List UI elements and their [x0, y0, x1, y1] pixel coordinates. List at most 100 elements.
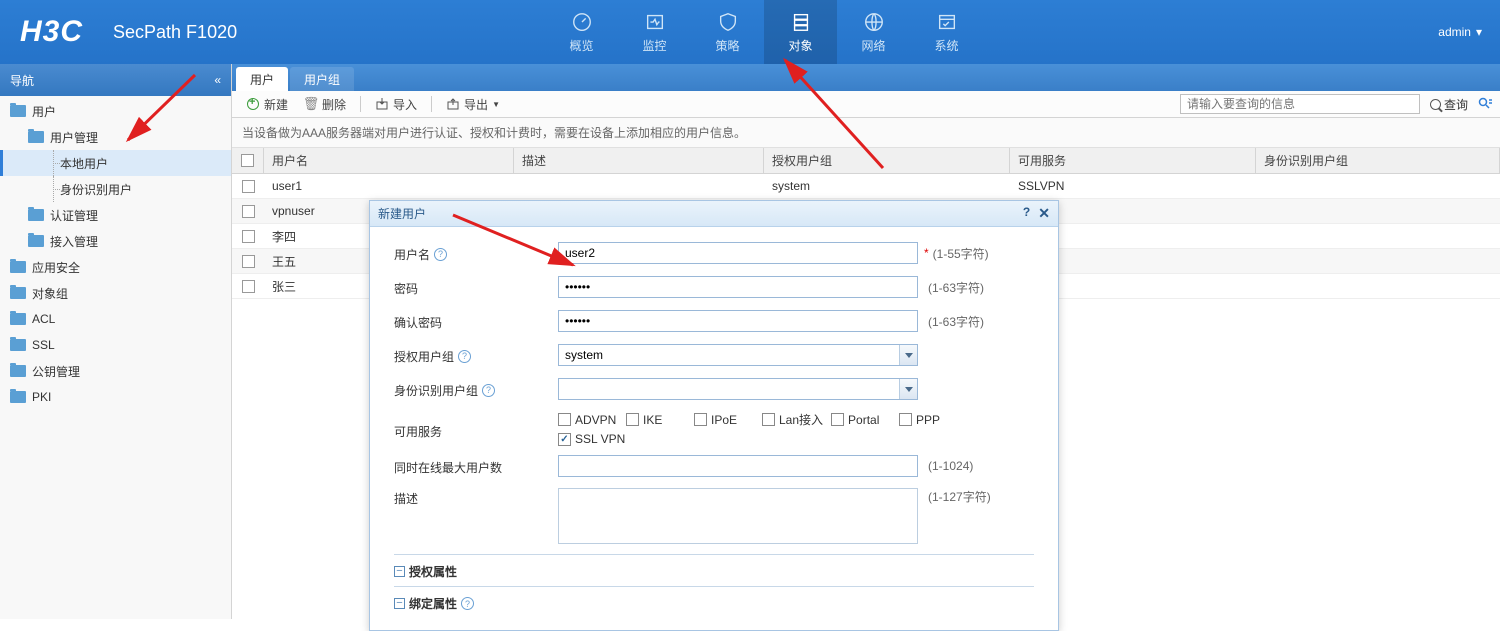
username-input[interactable]: [558, 242, 918, 264]
nav-object[interactable]: 对象: [764, 0, 837, 64]
desc-textarea[interactable]: [558, 488, 918, 544]
trash-icon: 🗑: [304, 97, 318, 111]
tree-app-sec[interactable]: 应用安全: [0, 254, 231, 280]
app-header: H3C SecPath F1020 概览 监控 策略 对象 网络 系统 admi…: [0, 0, 1500, 64]
id-group-combo[interactable]: [558, 378, 918, 400]
tree-user-mgmt[interactable]: 用户管理: [0, 124, 231, 150]
folder-icon: [10, 339, 26, 351]
chevron-down-icon[interactable]: [899, 345, 917, 365]
service-checkbox[interactable]: IKE: [626, 411, 686, 428]
shield-icon: [716, 10, 740, 34]
help-icon[interactable]: ?: [461, 597, 474, 610]
dialog-close-icon[interactable]: ✕: [1038, 205, 1050, 222]
chevron-down-icon[interactable]: [899, 379, 917, 399]
tree-ssl[interactable]: SSL: [0, 332, 231, 358]
cell-svc: SSLVPN: [1010, 174, 1256, 198]
hint: (1-63字符): [928, 279, 984, 296]
tree-users[interactable]: 用户: [0, 98, 231, 124]
col-group[interactable]: 授权用户组: [764, 148, 1010, 173]
col-desc[interactable]: 描述: [514, 148, 764, 173]
service-checkbox[interactable]: SSL VPN: [558, 432, 625, 446]
export-button[interactable]: 导出 ▼: [440, 93, 506, 115]
checkbox-icon: [694, 413, 707, 426]
password-input[interactable]: [558, 276, 918, 298]
confirm-password-input[interactable]: [558, 310, 918, 332]
checkbox-icon: [558, 433, 571, 446]
nav-system[interactable]: 系统: [910, 0, 983, 64]
nav-tree: 用户 用户管理 本地用户 身份识别用户 认证管理 接入管理: [0, 96, 231, 410]
tree-label: 公钥管理: [32, 363, 80, 380]
tree-label: PKI: [32, 390, 51, 404]
service-label: IKE: [643, 413, 662, 427]
nav-label: 对象: [788, 37, 812, 54]
username-label: admin: [1438, 25, 1471, 39]
tab-user-group[interactable]: 用户组: [290, 67, 354, 91]
nav-label: 概览: [569, 37, 593, 54]
auth-group-combo[interactable]: [558, 344, 918, 366]
table-row[interactable]: user1systemSSLVPN: [232, 174, 1500, 199]
search-input[interactable]: [1180, 94, 1420, 114]
id-group-input[interactable]: [558, 378, 918, 400]
tree-pki[interactable]: PKI: [0, 384, 231, 410]
tree-auth-mgmt[interactable]: 认证管理: [0, 202, 231, 228]
tree-pubkey[interactable]: 公钥管理: [0, 358, 231, 384]
tree-obj-group[interactable]: 对象组: [0, 280, 231, 306]
collapse-icon[interactable]: «: [214, 73, 221, 87]
col-name[interactable]: 用户名: [264, 148, 514, 173]
advanced-search-icon[interactable]: [1478, 97, 1492, 111]
label-confirm: 确认密码: [394, 314, 442, 331]
row-checkbox[interactable]: [242, 230, 255, 243]
help-icon[interactable]: ?: [434, 248, 447, 261]
auth-group-input[interactable]: [558, 344, 918, 366]
col-id[interactable]: 身份识别用户组: [1256, 148, 1500, 173]
service-checkbox[interactable]: Lan接入: [762, 411, 823, 428]
row-checkbox[interactable]: [242, 205, 255, 218]
tree-label: 本地用户: [60, 155, 108, 172]
sidebar-header: 导航 «: [0, 64, 231, 96]
content-tabs: 用户 用户组: [232, 64, 1500, 91]
tree-label: ACL: [32, 312, 55, 326]
tab-user[interactable]: 用户: [236, 67, 288, 91]
col-svc[interactable]: 可用服务: [1010, 148, 1256, 173]
service-checkbox[interactable]: IPoE: [694, 411, 754, 428]
help-icon[interactable]: ?: [458, 350, 471, 363]
cell-id: [1256, 199, 1500, 223]
tree-acl[interactable]: ACL: [0, 306, 231, 332]
bind-attr-section[interactable]: − 绑定属性 ?: [394, 586, 1034, 612]
service-checkbox[interactable]: ADVPN: [558, 411, 618, 428]
label-desc: 描述: [394, 490, 418, 507]
row-checkbox[interactable]: [242, 180, 255, 193]
checkbox-icon: [626, 413, 639, 426]
new-button[interactable]: 新建: [240, 93, 294, 115]
btn-label: 导出: [464, 96, 488, 113]
help-icon[interactable]: ?: [482, 384, 495, 397]
row-checkbox[interactable]: [242, 280, 255, 293]
gauge-icon: [570, 10, 594, 34]
label-username: 用户名: [394, 246, 430, 263]
nav-policy[interactable]: 策略: [691, 0, 764, 64]
select-all-checkbox[interactable]: [241, 154, 254, 167]
search-button[interactable]: 查询: [1426, 96, 1472, 113]
hint: (1-1024): [928, 459, 973, 473]
delete-button[interactable]: 🗑 删除: [298, 93, 352, 115]
tree-id-user[interactable]: 身份识别用户: [0, 176, 231, 202]
btn-label: 新建: [264, 96, 288, 113]
auth-attr-section[interactable]: − 授权属性: [394, 554, 1034, 580]
tree-access-mgmt[interactable]: 接入管理: [0, 228, 231, 254]
tree-local-user[interactable]: 本地用户: [0, 150, 231, 176]
checkbox-icon: [558, 413, 571, 426]
nav-monitor[interactable]: 监控: [618, 0, 691, 64]
dialog-help-icon[interactable]: ?: [1023, 205, 1030, 222]
service-label: PPP: [916, 413, 940, 427]
row-checkbox[interactable]: [242, 255, 255, 268]
section-title: 授权属性: [409, 563, 457, 580]
nav-network[interactable]: 网络: [837, 0, 910, 64]
dialog-titlebar[interactable]: 新建用户 ? ✕: [370, 201, 1058, 227]
import-button[interactable]: 导入: [369, 93, 423, 115]
nav-overview[interactable]: 概览: [545, 0, 618, 64]
sidebar: 导航 « 用户 用户管理 本地用户 身份识别用户 认证管理: [0, 64, 232, 619]
user-menu[interactable]: admin ▾: [1438, 0, 1482, 64]
service-checkbox[interactable]: Portal: [831, 411, 891, 428]
max-online-input[interactable]: [558, 455, 918, 477]
service-checkbox[interactable]: PPP: [899, 411, 959, 428]
